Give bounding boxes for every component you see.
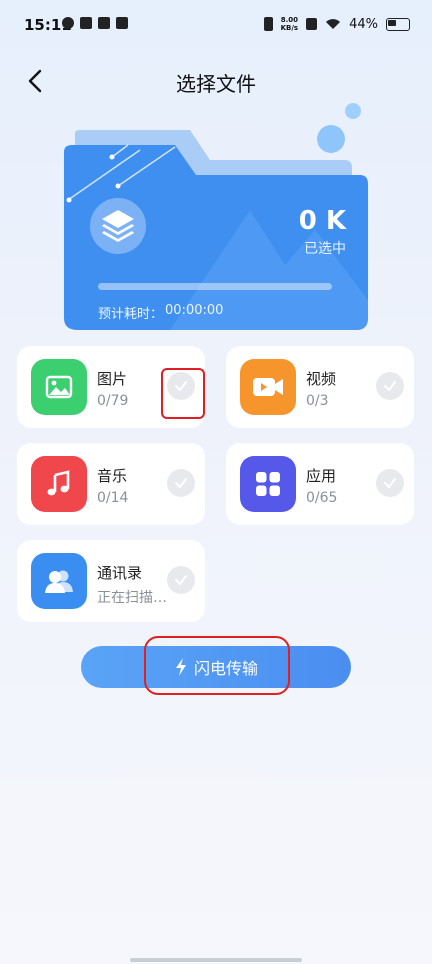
check-icon	[384, 478, 396, 488]
selected-size: 0 K	[298, 206, 346, 236]
system-status: 8.00 KB/s 44%	[263, 16, 410, 32]
videos-tile	[240, 359, 296, 415]
category-card-apps[interactable]: 应用 0/65	[226, 443, 414, 525]
app-notification-icon	[80, 17, 92, 29]
check-icon	[175, 478, 187, 488]
apps-tile	[240, 456, 296, 512]
home-indicator[interactable]	[130, 958, 302, 962]
category-card-videos[interactable]: 视频 0/3	[226, 346, 414, 428]
category-count: 0/14	[97, 490, 129, 506]
select-checkbox-apps[interactable]	[376, 469, 404, 497]
category-count: 0/79	[97, 393, 129, 409]
select-checkbox-contacts[interactable]	[167, 566, 195, 594]
apps-icon	[256, 472, 280, 496]
vibrate-icon	[263, 17, 273, 31]
category-count: 0/65	[306, 490, 338, 506]
category-status: 正在扫描…	[97, 590, 167, 606]
check-icon	[384, 381, 396, 391]
transfer-progress-bar	[98, 283, 332, 290]
contacts-tile	[31, 553, 87, 609]
page-title: 选择文件	[176, 72, 256, 96]
select-checkbox-videos[interactable]	[376, 372, 404, 400]
select-checkbox-images[interactable]	[167, 372, 195, 400]
video-icon	[253, 378, 283, 396]
bubble-small	[345, 103, 361, 119]
app-notification-icon	[116, 17, 128, 29]
category-title: 音乐	[97, 467, 128, 485]
category-card-music[interactable]: 音乐 0/14	[17, 443, 205, 525]
bubble-large	[317, 125, 345, 153]
category-title: 视频	[306, 370, 337, 388]
flash-transfer-button[interactable]: 闪电传输	[81, 646, 351, 688]
image-icon	[45, 375, 73, 399]
images-tile	[31, 359, 87, 415]
estimated-time: 预计耗时： 00:00:00	[98, 303, 223, 322]
lightning-icon	[175, 658, 186, 676]
music-tile	[31, 456, 87, 512]
select-checkbox-music[interactable]	[167, 469, 195, 497]
category-title: 通讯录	[97, 564, 143, 582]
category-title: 应用	[306, 467, 337, 485]
battery-icon	[386, 17, 410, 31]
selected-caption: 已选中	[304, 241, 346, 257]
notification-icons	[62, 17, 128, 29]
check-icon	[175, 381, 187, 391]
contacts-icon	[45, 570, 73, 593]
wifi-icon	[326, 19, 341, 29]
eta-value: 00:00:00	[165, 303, 224, 318]
category-card-images[interactable]: 图片 0/79	[17, 346, 205, 428]
flash-transfer-label: 闪电传输	[193, 659, 258, 678]
check-icon	[175, 575, 187, 585]
music-icon	[47, 470, 70, 496]
category-card-contacts[interactable]: 通讯录 正在扫描…	[17, 540, 205, 622]
no-sim-icon	[306, 18, 318, 30]
category-title: 图片	[97, 370, 128, 388]
status-bar: 15:11 8.00 KB/s 44%	[0, 0, 432, 52]
category-count: 0/3	[306, 393, 329, 409]
battery-percent: 44%	[349, 16, 378, 32]
net-speed: 8.00 KB/s	[280, 16, 299, 32]
crown-icon	[98, 17, 110, 29]
eta-label: 预计耗时：	[98, 307, 164, 322]
app-notification-icon	[62, 17, 74, 29]
